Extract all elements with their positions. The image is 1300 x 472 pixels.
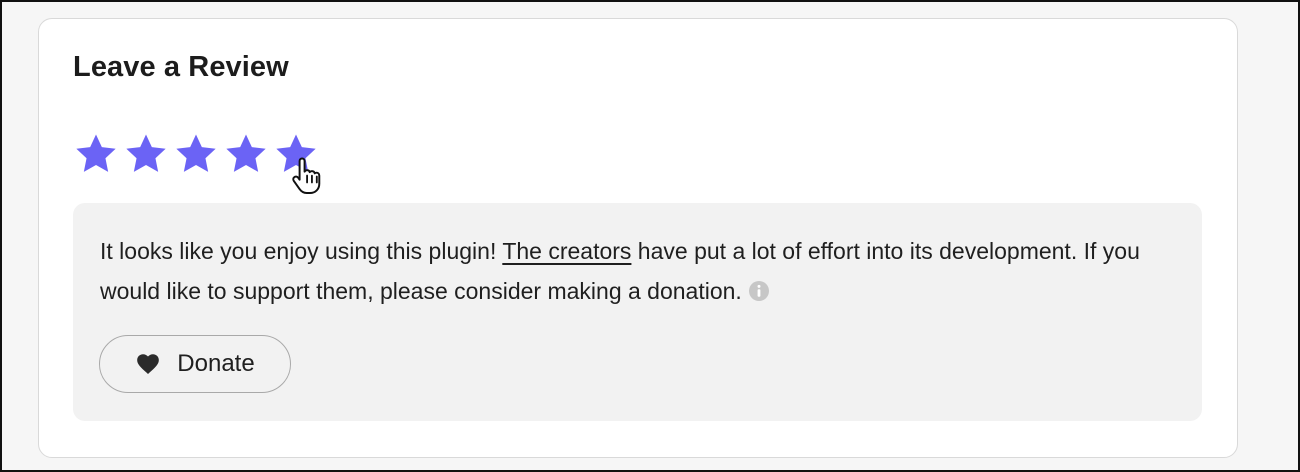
star-4-icon[interactable] bbox=[223, 131, 269, 177]
donation-message: It looks like you enjoy using this plugi… bbox=[100, 231, 1190, 311]
screenshot-frame: Leave a Review It looks like you enjoy u… bbox=[0, 0, 1300, 472]
donate-button-label: Donate bbox=[177, 350, 255, 377]
star-3-icon[interactable] bbox=[173, 131, 219, 177]
creators-link[interactable]: The creators bbox=[502, 238, 631, 264]
heart-icon bbox=[137, 354, 160, 374]
star-2-icon[interactable] bbox=[123, 131, 169, 177]
review-title: Leave a Review bbox=[73, 51, 289, 83]
review-card: Leave a Review It looks like you enjoy u… bbox=[38, 18, 1238, 458]
info-icon[interactable] bbox=[748, 280, 770, 302]
donation-message-start: It looks like you enjoy using this plugi… bbox=[100, 238, 503, 264]
donation-notice: It looks like you enjoy using this plugi… bbox=[73, 203, 1202, 421]
star-1-icon[interactable] bbox=[73, 131, 119, 177]
donate-button[interactable]: Donate bbox=[99, 335, 291, 393]
star-rating bbox=[73, 131, 319, 177]
star-5-icon[interactable] bbox=[273, 131, 319, 177]
